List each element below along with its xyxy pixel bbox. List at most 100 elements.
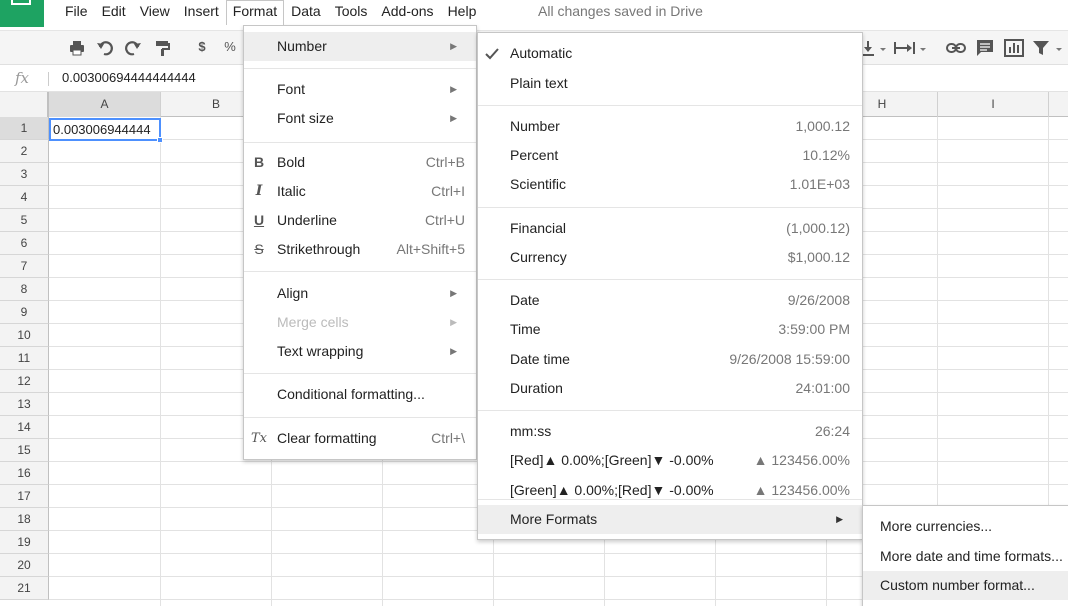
filter-icon[interactable]	[1032, 39, 1066, 57]
format-example: 24:01:00	[795, 380, 851, 396]
row-header-3[interactable]: 3	[0, 163, 49, 186]
more-formats-item-more-date-and-time-formats[interactable]: More date and time formats...	[863, 542, 1068, 571]
paint-format-icon[interactable]	[154, 39, 172, 57]
menu-add-ons[interactable]: Add-ons	[374, 0, 440, 24]
row-header-4[interactable]: 4	[0, 186, 49, 209]
menu-item-label: Conditional formatting...	[277, 386, 425, 402]
format-menu-item-clear-formatting[interactable]: Tx Clear formatting Ctrl+\	[244, 424, 476, 453]
row-header-20[interactable]: 20	[0, 554, 49, 577]
undo-icon[interactable]	[96, 39, 114, 57]
more-formats-submenu: More currencies... More date and time for…	[862, 505, 1068, 606]
format-menu-item-font-size[interactable]: Font size ▶	[244, 104, 476, 133]
number-format-item-date-time[interactable]: Date time 9/26/2008 15:59:00	[478, 345, 862, 374]
submenu-arrow-icon: ▶	[450, 41, 457, 51]
menu-item-label: Number	[510, 118, 560, 134]
fill-handle[interactable]	[157, 137, 163, 143]
italic-icon: I	[255, 183, 263, 199]
row-header-7[interactable]: 7	[0, 255, 49, 278]
format-menu-item-strikethrough[interactable]: S Strikethrough Alt+Shift+5	[244, 235, 476, 264]
formula-input[interactable]: 0.00300694444444444	[62, 70, 196, 85]
number-format-item-mm-ss[interactable]: mm:ss 26:24	[478, 417, 862, 446]
submenu-arrow-icon: ▶	[450, 84, 457, 94]
format-example: 9/26/2008 15:59:00	[729, 351, 850, 367]
number-format-item-date[interactable]: Date 9/26/2008	[478, 286, 862, 315]
format-menu-item-font[interactable]: Font ▶	[244, 75, 476, 104]
menu-edit[interactable]: Edit	[95, 0, 133, 24]
menu-help[interactable]: Help	[441, 0, 484, 24]
selected-cell-a1[interactable]: 0.003006944444	[49, 118, 161, 141]
row-header-16[interactable]: 16	[0, 462, 49, 485]
row-header-13[interactable]: 13	[0, 393, 49, 416]
text-wrapping-icon[interactable]	[893, 39, 929, 57]
number-format-item-plain-text[interactable]: Plain text	[478, 69, 862, 98]
format-menu-item-bold[interactable]: B Bold Ctrl+B	[244, 148, 476, 177]
menu-view[interactable]: View	[133, 0, 177, 24]
currency-format-button[interactable]: $	[194, 39, 210, 57]
format-menu-item-text-wrapping[interactable]: Text wrapping ▶	[244, 337, 476, 366]
menu-separator	[478, 410, 862, 411]
vertical-align-icon[interactable]	[862, 39, 888, 57]
select-all-corner[interactable]	[0, 92, 49, 117]
number-format-item-scientific[interactable]: Scientific 1.01E+03	[478, 170, 862, 199]
format-menu-item-italic[interactable]: I Italic Ctrl+I	[244, 177, 476, 206]
number-format-item-financial[interactable]: Financial (1,000.12)	[478, 214, 862, 243]
menu-item-shortcut: Ctrl+\	[431, 430, 465, 446]
number-format-item-duration[interactable]: Duration 24:01:00	[478, 374, 862, 403]
menu-item-label: Number	[277, 38, 327, 54]
row-header-21[interactable]: 21	[0, 577, 49, 600]
number-format-item-more-formats[interactable]: More Formats ▶	[478, 505, 862, 534]
column-header-partial[interactable]	[1049, 92, 1068, 117]
column-header-a[interactable]: A	[49, 92, 161, 117]
menu-format[interactable]: Format	[225, 0, 285, 25]
row-header-14[interactable]: 14	[0, 416, 49, 439]
column-header-i[interactable]: I	[938, 92, 1049, 117]
underline-icon: U	[253, 212, 265, 228]
format-menu-item-merge-cells: Merge cells ▶	[244, 308, 476, 337]
row-header-18[interactable]: 18	[0, 508, 49, 531]
number-format-item-number[interactable]: Number 1,000.12	[478, 112, 862, 141]
number-format-item-time[interactable]: Time 3:59:00 PM	[478, 315, 862, 344]
number-format-item-automatic[interactable]: Automatic	[478, 39, 862, 68]
format-menu-item-number[interactable]: Number ▶	[244, 32, 476, 61]
menu-item-label: More currencies...	[880, 518, 993, 534]
more-formats-item-more-currencies[interactable]: More currencies...	[863, 512, 1068, 541]
row-header-9[interactable]: 9	[0, 301, 49, 324]
row-header-17[interactable]: 17	[0, 485, 49, 508]
format-menu-item-underline[interactable]: U Underline Ctrl+U	[244, 206, 476, 235]
insert-comment-icon[interactable]	[976, 39, 994, 57]
number-format-item-red-0-00-green-0-00[interactable]: [Red]▲ 0.00%;[Green]▼ -0.00% ▲ 123456.00%	[478, 446, 862, 475]
print-icon[interactable]	[68, 39, 86, 57]
menu-file[interactable]: File	[58, 0, 95, 24]
insert-link-icon[interactable]	[946, 39, 966, 57]
format-example: ▲ 123456.00%	[753, 482, 850, 498]
row-header-2[interactable]: 2	[0, 140, 49, 163]
menu-item-label: Font	[277, 81, 306, 97]
menu-separator	[244, 142, 476, 143]
row-header-6[interactable]: 6	[0, 232, 49, 255]
row-header-5[interactable]: 5	[0, 209, 49, 232]
row-header-10[interactable]: 10	[0, 324, 49, 347]
menu-item-label: Align	[277, 285, 309, 301]
menu-insert[interactable]: Insert	[177, 0, 226, 24]
number-format-item-percent[interactable]: Percent 10.12%	[478, 141, 862, 170]
row-header-8[interactable]: 8	[0, 278, 49, 301]
row-header-12[interactable]: 12	[0, 370, 49, 393]
percent-format-button[interactable]: %	[222, 39, 238, 57]
more-formats-item-custom-number-format[interactable]: Custom number format...	[863, 571, 1068, 600]
menu-item-label: Plain text	[510, 75, 568, 91]
menu-data[interactable]: Data	[284, 0, 328, 24]
format-menu-item-conditional-formatting[interactable]: Conditional formatting...	[244, 380, 476, 409]
row-header-15[interactable]: 15	[0, 439, 49, 462]
sheets-logo-icon[interactable]	[0, 0, 44, 27]
insert-chart-icon[interactable]	[1004, 39, 1024, 57]
format-menu-item-align[interactable]: Align ▶	[244, 279, 476, 308]
row-header-1[interactable]: 1	[0, 117, 49, 140]
number-format-item-green-0-00-red-0-00[interactable]: [Green]▲ 0.00%;[Red]▼ -0.00% ▲ 123456.00%	[478, 476, 862, 505]
menu-tools[interactable]: Tools	[328, 0, 375, 24]
row-header-11[interactable]: 11	[0, 347, 49, 370]
format-menu: Number ▶ Font ▶ Font size ▶ B Bold Ctrl+B I Italic…	[243, 25, 477, 460]
menu-separator	[478, 279, 862, 280]
row-header-19[interactable]: 19	[0, 531, 49, 554]
redo-icon[interactable]	[124, 39, 142, 57]
number-format-item-currency[interactable]: Currency $1,000.12	[478, 243, 862, 272]
